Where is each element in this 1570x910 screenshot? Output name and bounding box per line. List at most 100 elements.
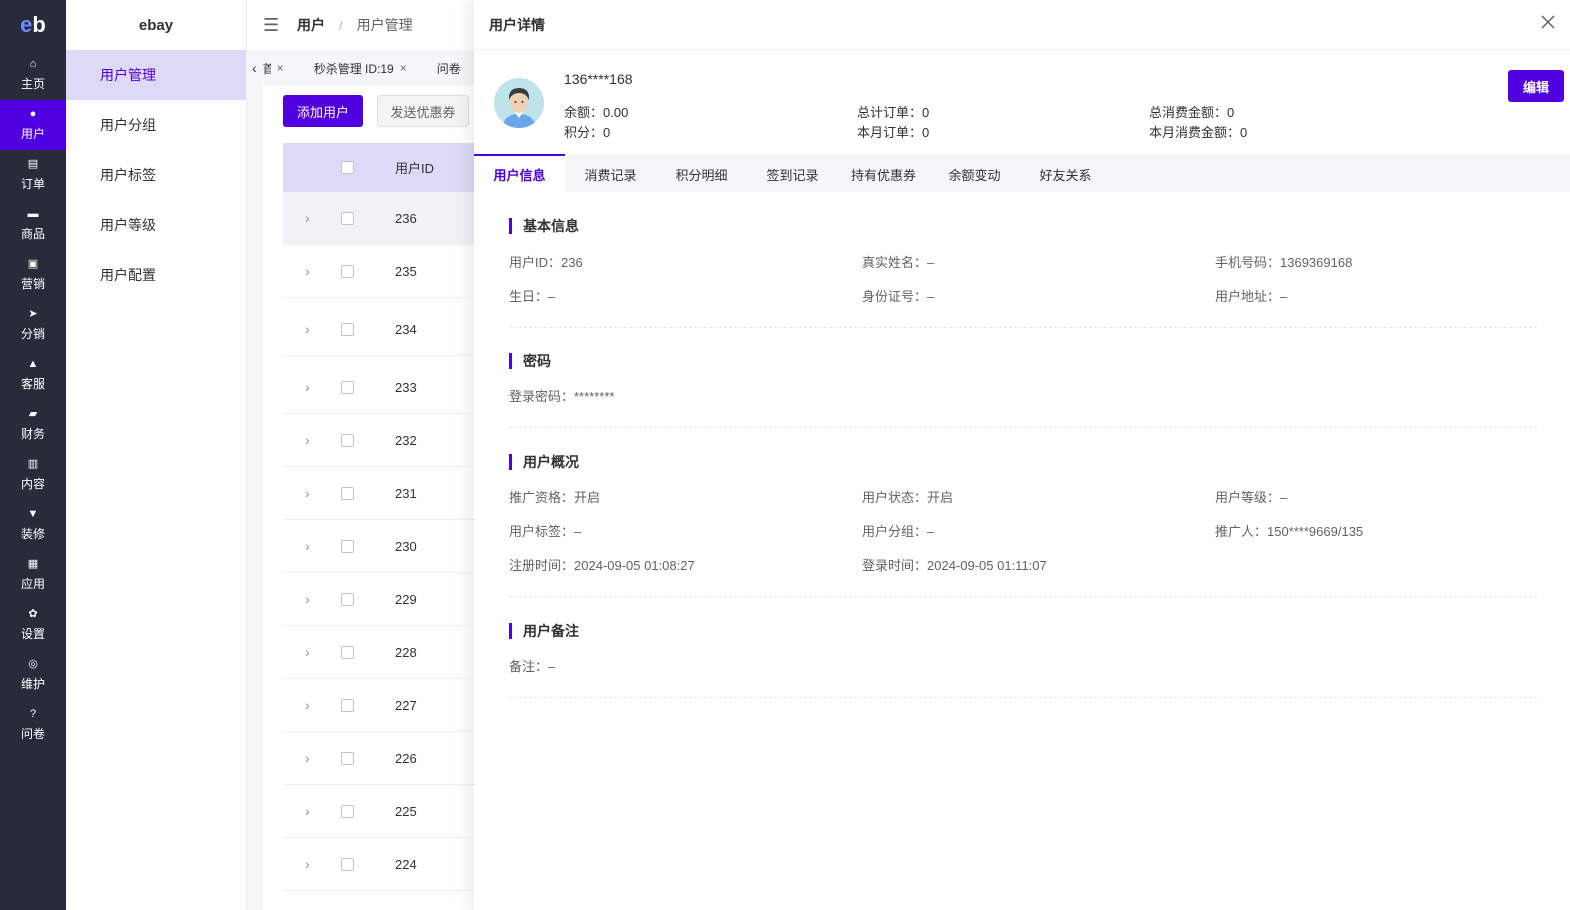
row-checkbox[interactable]: [341, 857, 354, 871]
tab-2[interactable]: 积分明细: [656, 154, 747, 192]
field-real-name: 真实姓名：–: [862, 255, 935, 270]
select-all-checkbox[interactable]: [341, 161, 354, 174]
tag-survey[interactable]: 问卷: [437, 60, 461, 77]
field-promoter: 推广人：150****9669/135: [1215, 524, 1364, 539]
expand-row-icon[interactable]: ›: [305, 538, 310, 554]
row-checkbox[interactable]: [341, 211, 354, 225]
stat-total-spend: 总消费金额：0: [1149, 105, 1235, 120]
rail-item-2[interactable]: ▤ 订单: [0, 150, 66, 200]
rail-item-3[interactable]: ▬ 商品: [0, 200, 66, 250]
stat-month-orders: 本月订单：0: [857, 125, 930, 140]
tab-3[interactable]: 签到记录: [747, 154, 838, 192]
row-checkbox[interactable]: [341, 539, 354, 553]
cell-user-id: 228: [395, 644, 417, 660]
drawer-title: 用户详情: [489, 16, 545, 33]
expand-row-icon[interactable]: ›: [305, 856, 310, 872]
field-user-status: 用户状态：开启: [862, 490, 954, 505]
rail-item-5[interactable]: ➤ 分销: [0, 300, 66, 350]
expand-row-icon[interactable]: ›: [305, 379, 310, 395]
rail-item-label: 应用: [20, 577, 45, 591]
tag-close-icon[interactable]: ×: [400, 61, 407, 75]
expand-row-icon[interactable]: ›: [305, 210, 310, 226]
app-logo[interactable]: eb: [0, 0, 66, 50]
tag-close-icon[interactable]: ×: [277, 61, 284, 75]
stat-balance: 余额：0.00: [564, 105, 629, 120]
submenu-item[interactable]: 用户分组: [66, 100, 246, 150]
tab-4[interactable]: 持有优惠券: [838, 154, 929, 192]
breadcrumb-parent[interactable]: 用户: [297, 15, 325, 35]
stat-month-spend: 本月消费金额：0: [1149, 125, 1248, 140]
tab-6[interactable]: 好友关系: [1020, 154, 1111, 192]
rail-item-4[interactable]: ▣ 营销: [0, 250, 66, 300]
tag-seckill[interactable]: 秒杀管理 ID:19 ×: [314, 60, 407, 77]
add-user-button[interactable]: 添加用户: [283, 95, 363, 127]
tab-5[interactable]: 余额变动: [929, 154, 1020, 192]
section-title-overview: 用户概况: [509, 454, 579, 470]
gear-icon: ✿: [28, 608, 38, 620]
tab-0[interactable]: 用户信息: [474, 154, 565, 192]
expand-row-icon[interactable]: ›: [305, 697, 310, 713]
expand-row-icon[interactable]: ›: [305, 485, 310, 501]
cell-user-id: 236: [395, 210, 417, 226]
expand-row-icon[interactable]: ›: [305, 432, 310, 448]
detail-tabs: 用户信息 消费记录 积分明细 签到记录 持有优惠券 余额变动 好友关系: [474, 154, 1570, 192]
row-checkbox[interactable]: [341, 264, 354, 278]
edit-button[interactable]: 编辑: [1508, 70, 1564, 102]
rail-item-13[interactable]: ? 问卷: [0, 700, 66, 750]
rail-item-9[interactable]: ▼ 装修: [0, 500, 66, 550]
rail-item-label: 维护: [20, 677, 45, 691]
field-user-tag: 用户标签：–: [509, 524, 582, 539]
row-checkbox[interactable]: [341, 698, 354, 712]
marketing-icon: ▣: [27, 258, 39, 270]
row-checkbox[interactable]: [341, 380, 354, 394]
cell-user-id: 232: [395, 432, 417, 448]
tags-prev-icon[interactable]: ‹: [252, 60, 257, 76]
row-checkbox[interactable]: [341, 592, 354, 606]
rail-item-7[interactable]: ▰ 财务: [0, 400, 66, 450]
stat-points: 积分：0: [564, 125, 611, 140]
submenu-item[interactable]: 用户配置: [66, 250, 246, 300]
send-coupon-button[interactable]: 发送优惠券: [377, 95, 469, 127]
row-checkbox[interactable]: [341, 486, 354, 500]
order-icon: ▤: [27, 158, 39, 170]
menu-toggle-icon[interactable]: ☰: [263, 15, 285, 36]
field-birthday: 生日：–: [509, 289, 556, 304]
rail-item-label: 用户: [20, 127, 45, 141]
expand-row-icon[interactable]: ›: [305, 644, 310, 660]
row-checkbox[interactable]: [341, 322, 354, 336]
field-user-id: 用户ID：236: [509, 255, 583, 270]
tab-1[interactable]: 消费记录: [565, 154, 656, 192]
row-checkbox[interactable]: [341, 751, 354, 765]
submenu-item[interactable]: 用户等级: [66, 200, 246, 250]
rail-item-6[interactable]: ▲ 客服: [0, 350, 66, 400]
expand-row-icon[interactable]: ›: [305, 591, 310, 607]
home-icon: ⌂: [29, 58, 37, 70]
expand-row-icon[interactable]: ›: [305, 321, 310, 337]
close-icon[interactable]: [1540, 14, 1556, 30]
submenu-item[interactable]: 用户标签: [66, 150, 246, 200]
expand-row-icon[interactable]: ›: [305, 803, 310, 819]
maintain-icon: ◎: [28, 658, 38, 670]
breadcrumb-separator: /: [339, 17, 343, 33]
row-checkbox[interactable]: [341, 433, 354, 447]
row-checkbox[interactable]: [341, 804, 354, 818]
wallet-icon: ▰: [28, 408, 38, 420]
expand-row-icon[interactable]: ›: [305, 263, 310, 279]
rail-item-1[interactable]: ● 用户: [0, 100, 66, 150]
user-phone: 136****168: [564, 71, 633, 87]
rail-item-10[interactable]: ▦ 应用: [0, 550, 66, 600]
distribution-icon: ➤: [28, 308, 38, 320]
rail-item-label: 客服: [20, 377, 45, 391]
rail-item-11[interactable]: ✿ 设置: [0, 600, 66, 650]
rail-item-0[interactable]: ⌂ 主页: [0, 50, 66, 100]
user-icon: ●: [29, 108, 37, 120]
expand-row-icon[interactable]: ›: [305, 750, 310, 766]
tag-home[interactable]: 首 ×: [263, 60, 284, 77]
cell-user-id: 226: [395, 750, 417, 766]
rail-item-12[interactable]: ◎ 维护: [0, 650, 66, 700]
cell-user-id: 235: [395, 263, 417, 279]
row-checkbox[interactable]: [341, 645, 354, 659]
rail-item-label: 营销: [20, 277, 45, 291]
rail-item-8[interactable]: ▥ 内容: [0, 450, 66, 500]
submenu-item[interactable]: 用户管理: [66, 50, 246, 100]
